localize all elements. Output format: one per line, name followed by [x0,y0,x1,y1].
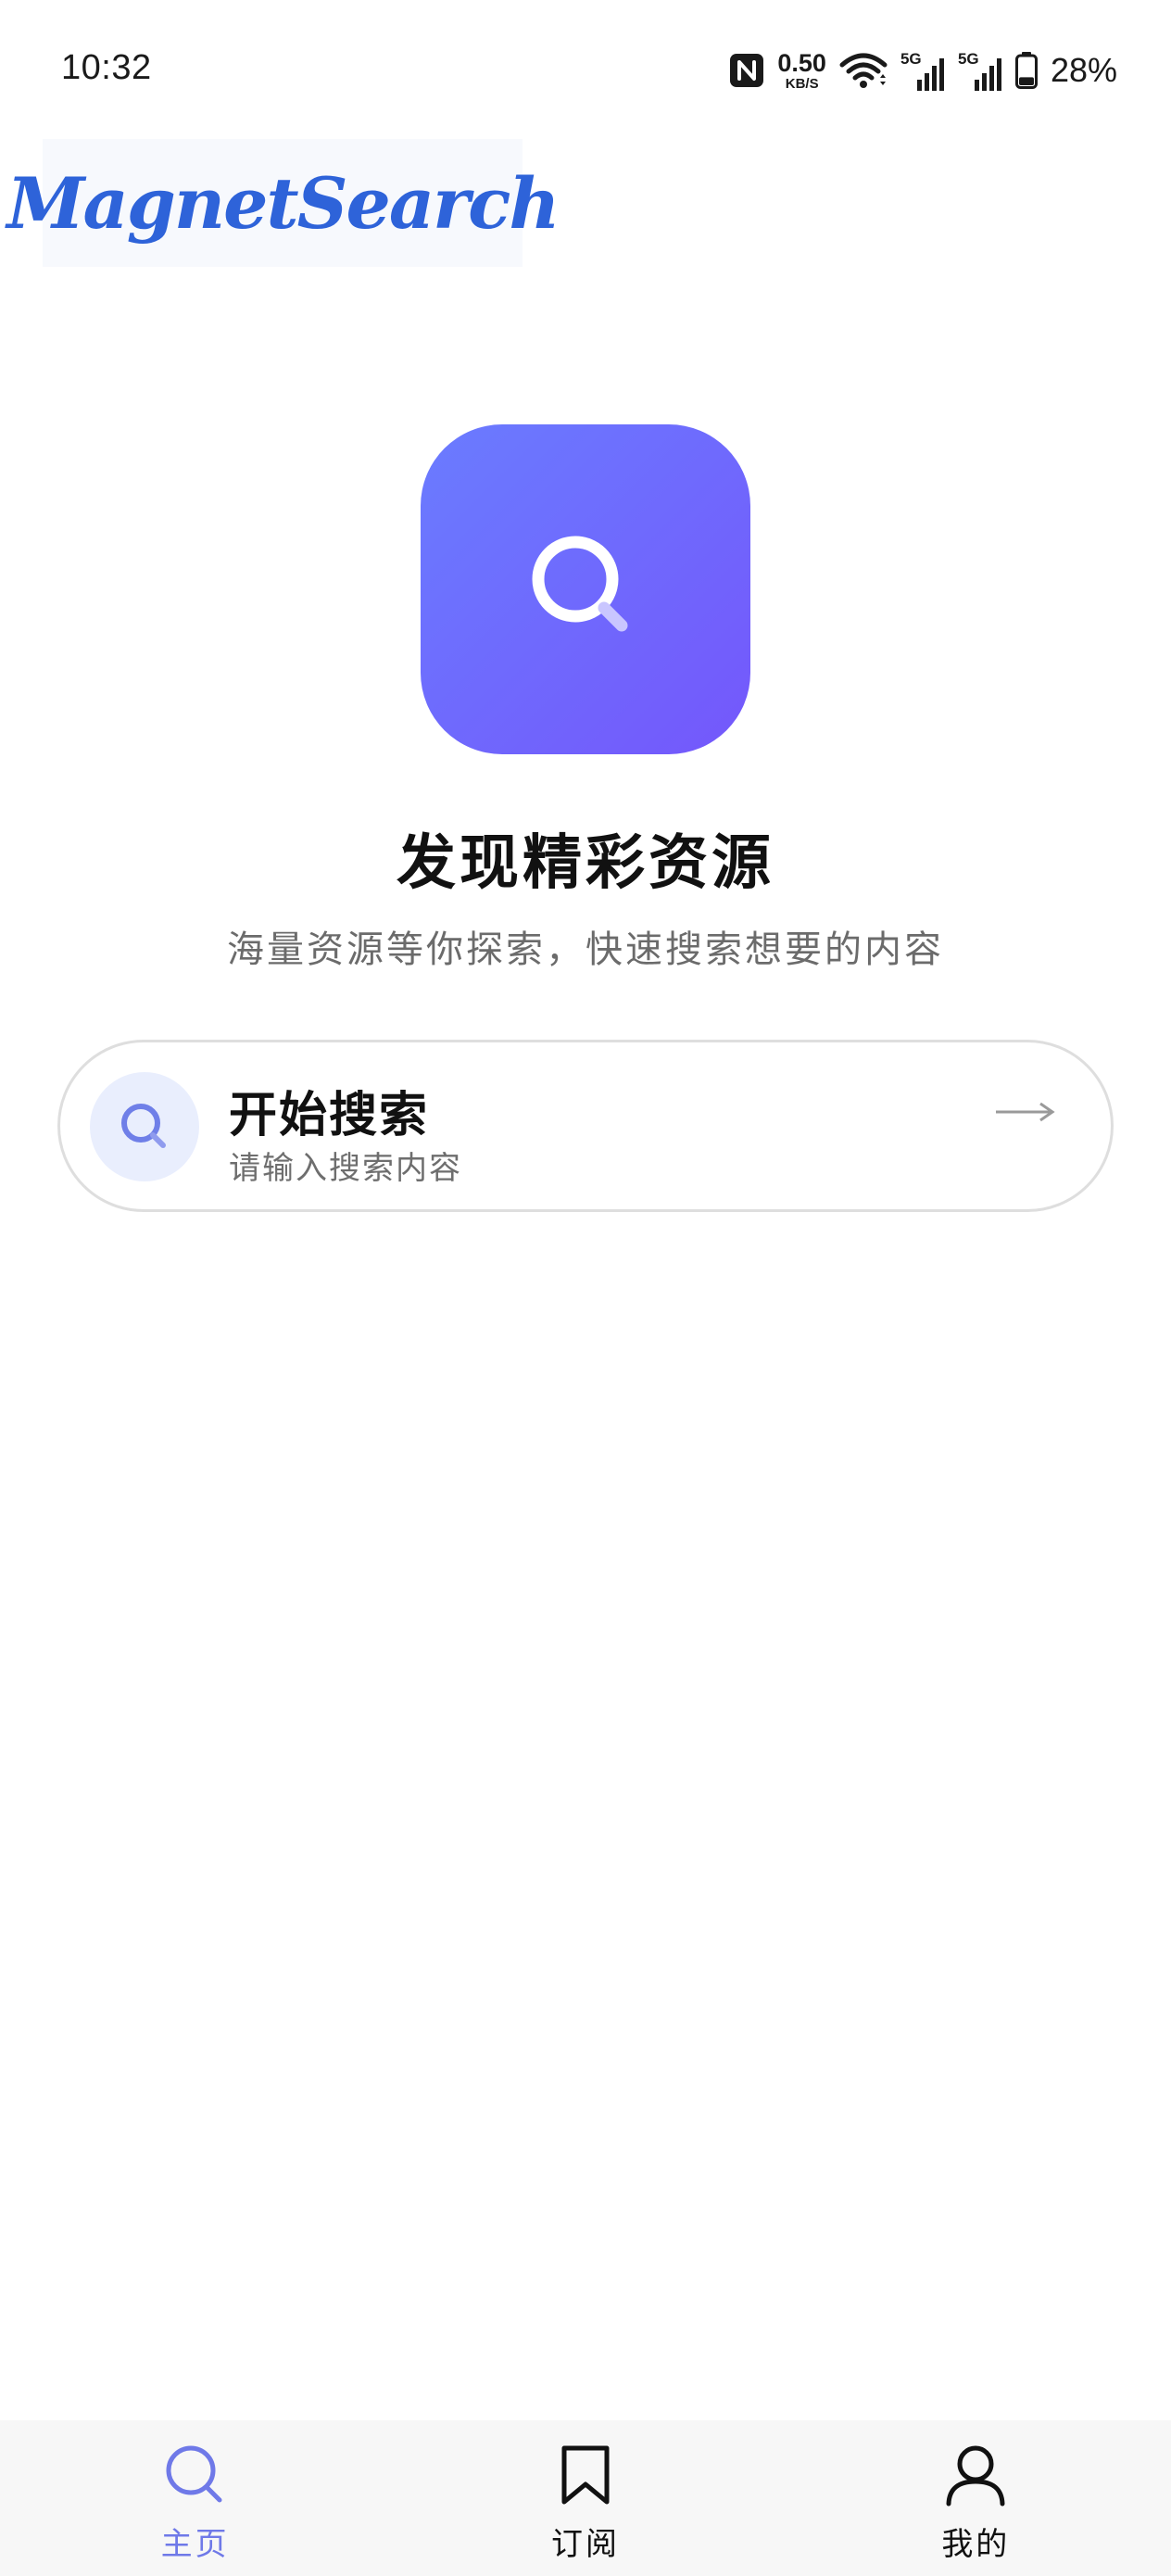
cellular-signal-1-icon: 5G [900,50,945,91]
app-logo-text: MagnetSearch [6,161,560,245]
cellular-signal-2-icon: 5G [958,50,1002,91]
hero-search-icon [421,424,750,754]
nav-label-home: 主页 [160,2526,230,2563]
network-speed: 0.50 KB/S [777,48,826,92]
hero-subtitle: 海量资源等你探索，快速搜索想要的内容 [227,928,944,971]
bookmark-icon [561,2445,610,2505]
app-logo: MagnetSearch [6,139,560,267]
network-speed-unit: KB/S [785,75,819,92]
battery-percentage: 28% [1050,51,1117,89]
arrow-right-icon [994,1098,1055,1130]
search-card-placeholder: 请输入搜索内容 [229,1150,462,1187]
hero-title: 发现精彩资源 [397,828,774,898]
battery-icon [1014,52,1038,89]
nfc-icon [729,53,764,88]
nav-label-subscriptions: 订阅 [550,2526,620,2563]
search-card-icon-circle [90,1072,199,1181]
nav-item-subscriptions[interactable]: 订阅 [390,2420,780,2576]
wifi-icon [839,52,888,89]
user-icon [946,2445,1005,2507]
nav-item-home[interactable]: 主页 [0,2420,390,2576]
start-search-button[interactable]: 开始搜索 请输入搜索内容 [57,1040,1114,1212]
network-speed-value: 0.50 [777,48,826,77]
bottom-navigation: 主页 订阅 我的 [0,2420,1171,2576]
nav-label-profile: 我的 [941,2526,1011,2563]
search-icon [166,2445,222,2503]
search-icon [121,1104,166,1148]
status-time: 10:32 [61,48,152,87]
search-card-title: 开始搜索 [229,1087,430,1143]
status-icons: 0.50 KB/S 5G 5G 28% [729,44,1117,96]
search-icon [532,536,628,632]
nav-item-profile[interactable]: 我的 [781,2420,1171,2576]
status-bar: 10:32 0.50 KB/S 5G 5G 28% [0,0,1171,139]
